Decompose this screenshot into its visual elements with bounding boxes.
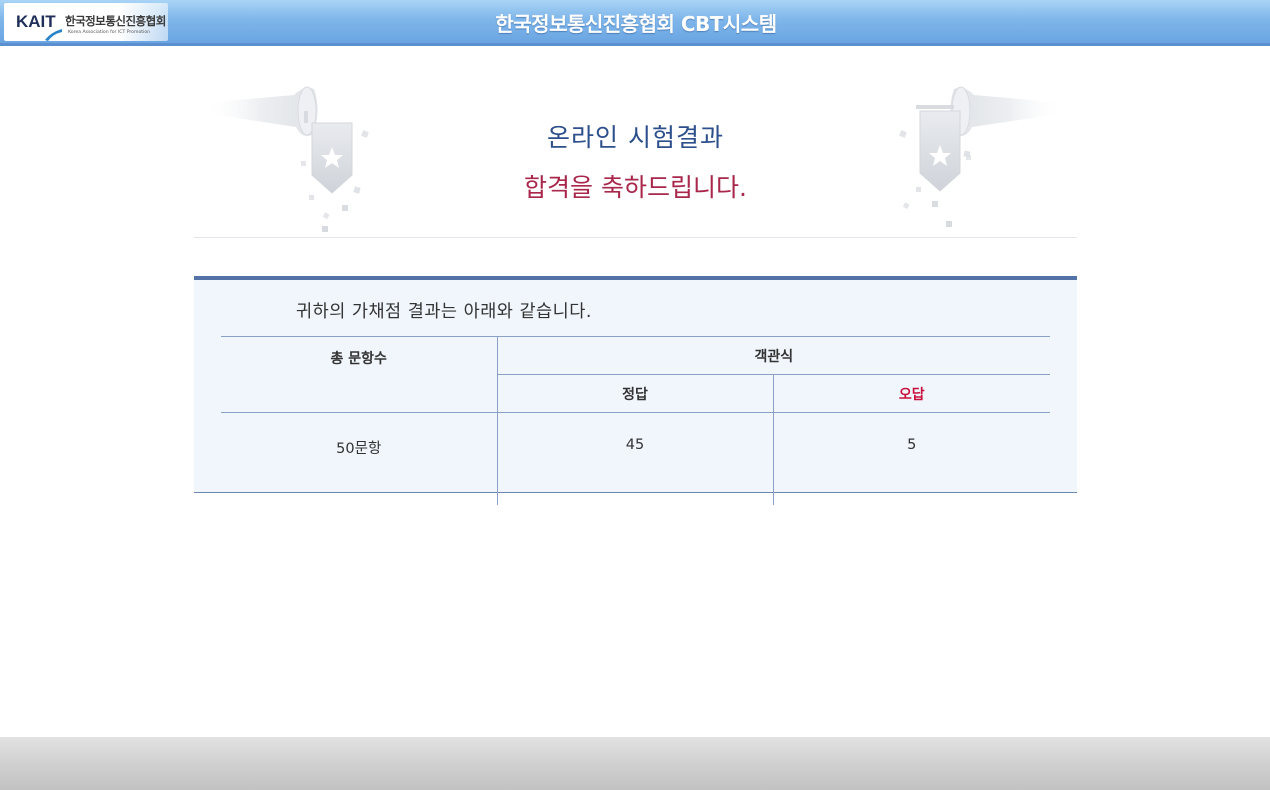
header-bar: KAIT 한국정보통신진흥협회 Korea Association for IC… — [0, 0, 1270, 46]
result-title: 온라인 시험결과 — [547, 123, 724, 152]
cell-wrong: 5 — [772, 412, 1051, 505]
table-header-row: 총 문항수 객관식 — [221, 336, 1051, 375]
trumpet-left-icon — [204, 86, 369, 232]
cell-total: 50문항 — [221, 412, 497, 505]
table-row: 50문항 45 5 — [221, 412, 1051, 505]
header-correct: 정답 — [496, 374, 773, 413]
score-table: 총 문항수 객관식 정답 오답 50문항 45 5 — [221, 336, 1051, 505]
header-objective: 객관식 — [496, 336, 1051, 375]
result-intro: 귀하의 가채점 결과는 아래와 같습니다. — [296, 302, 592, 322]
result-banner: 온라인 시험결과 합격을 축하드립니다. — [194, 75, 1077, 238]
footer-bar — [0, 737, 1270, 790]
header-wrong: 오답 — [772, 374, 1051, 413]
result-panel: 귀하의 가채점 결과는 아래와 같습니다. 총 문항수 객관식 정답 오답 50… — [194, 276, 1077, 505]
cell-correct: 45 — [496, 412, 773, 505]
header-total: 총 문항수 — [330, 351, 387, 367]
app-title: 한국정보통신진흥협회 CBT시스템 — [495, 12, 777, 36]
pass-message: 합격을 축하드립니다. — [524, 173, 747, 202]
trumpet-right-icon — [899, 86, 1066, 227]
